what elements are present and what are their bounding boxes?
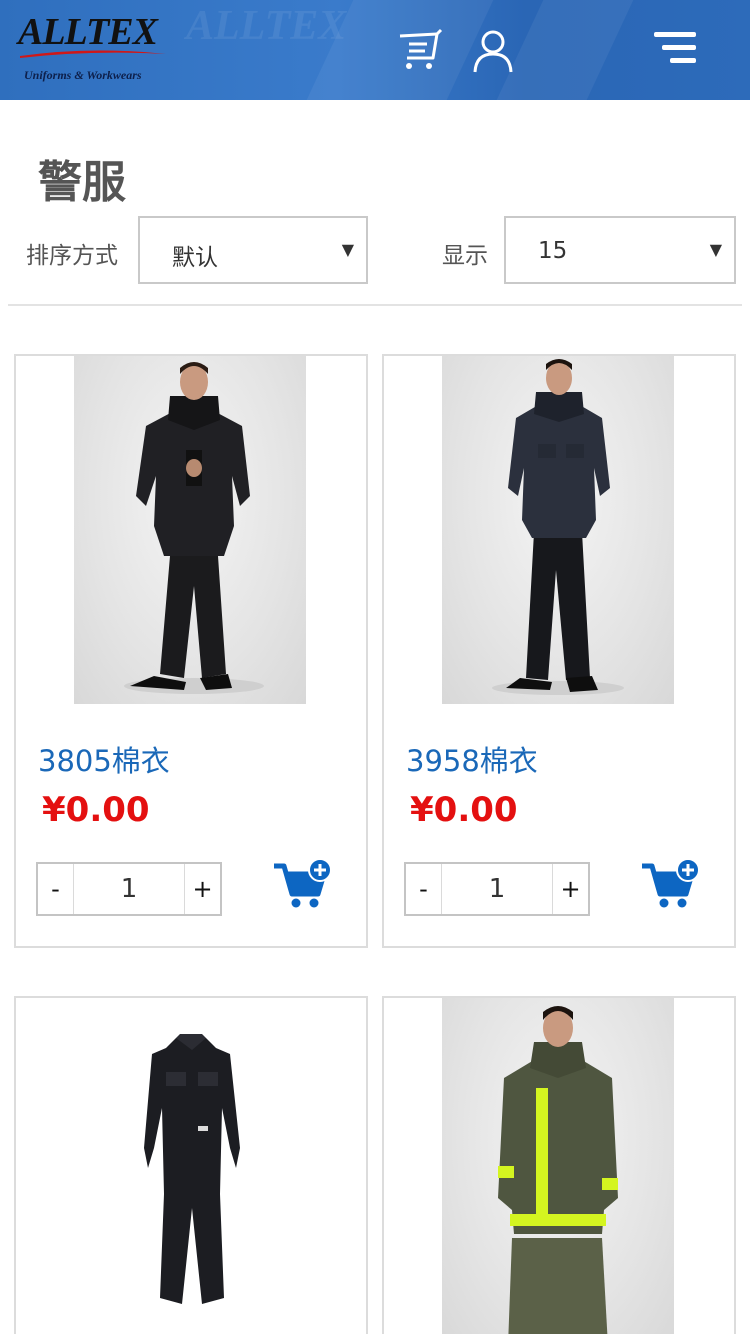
quantity-decrease-button[interactable]: -: [406, 864, 442, 914]
cart-icon[interactable]: [397, 28, 443, 74]
filter-divider: [8, 304, 742, 306]
page-title: 警服: [38, 157, 126, 208]
top-header: ALLTEX Uniforms & Workwears ALLTEX: [0, 0, 750, 100]
product-photo-officer-jacket: [124, 362, 264, 694]
product-card[interactable]: 3805棉衣 ¥0.00 - 1 +: [14, 354, 368, 948]
chevron-down-icon: ▼: [341, 240, 354, 259]
product-name-link[interactable]: 3805棉衣: [38, 738, 170, 780]
product-image[interactable]: [442, 356, 674, 704]
logo-swoosh-icon: [20, 50, 166, 58]
logo-subtitle: Uniforms & Workwears: [24, 68, 142, 82]
product-price: ¥0.00: [42, 790, 150, 830]
quantity-increase-button[interactable]: +: [552, 864, 588, 914]
sort-label: 排序方式: [26, 243, 118, 269]
product-image[interactable]: [442, 998, 674, 1334]
product-name-link[interactable]: 3958棉衣: [406, 738, 538, 780]
product-photo-navy-jacket: [492, 359, 624, 695]
brand-logo[interactable]: ALLTEX Uniforms & Workwears: [18, 10, 168, 86]
product-photo-coverall: [144, 1034, 240, 1304]
quantity-stepper: - 1 +: [36, 862, 222, 916]
chevron-down-icon: ▼: [709, 240, 722, 259]
product-image[interactable]: [16, 998, 366, 1334]
sort-select[interactable]: 默认 ▼: [138, 216, 368, 284]
quantity-input[interactable]: 1: [74, 864, 184, 914]
show-count-select[interactable]: 15 ▼: [504, 216, 736, 284]
quantity-increase-button[interactable]: +: [184, 864, 220, 914]
header-watermark: ALLTEX: [186, 3, 347, 49]
quantity-stepper: - 1 +: [404, 862, 590, 916]
user-icon[interactable]: [470, 28, 516, 74]
product-price: ¥0.00: [410, 790, 518, 830]
product-card[interactable]: 3958棉衣 ¥0.00 - 1 +: [382, 354, 736, 948]
quantity-decrease-button[interactable]: -: [38, 864, 74, 914]
product-card[interactable]: [14, 996, 368, 1334]
quantity-input[interactable]: 1: [442, 864, 552, 914]
product-image[interactable]: [74, 356, 306, 704]
add-to-cart-icon[interactable]: [642, 858, 702, 910]
product-photo-hivis-jacket: [498, 1006, 618, 1334]
show-count-value: 15: [538, 238, 568, 264]
product-card[interactable]: [382, 996, 736, 1334]
menu-icon[interactable]: [654, 30, 698, 66]
header-background-shape: [496, 0, 634, 100]
show-label: 显示: [442, 243, 488, 269]
add-to-cart-icon[interactable]: [274, 858, 334, 910]
sort-select-value: 默认: [172, 245, 218, 271]
